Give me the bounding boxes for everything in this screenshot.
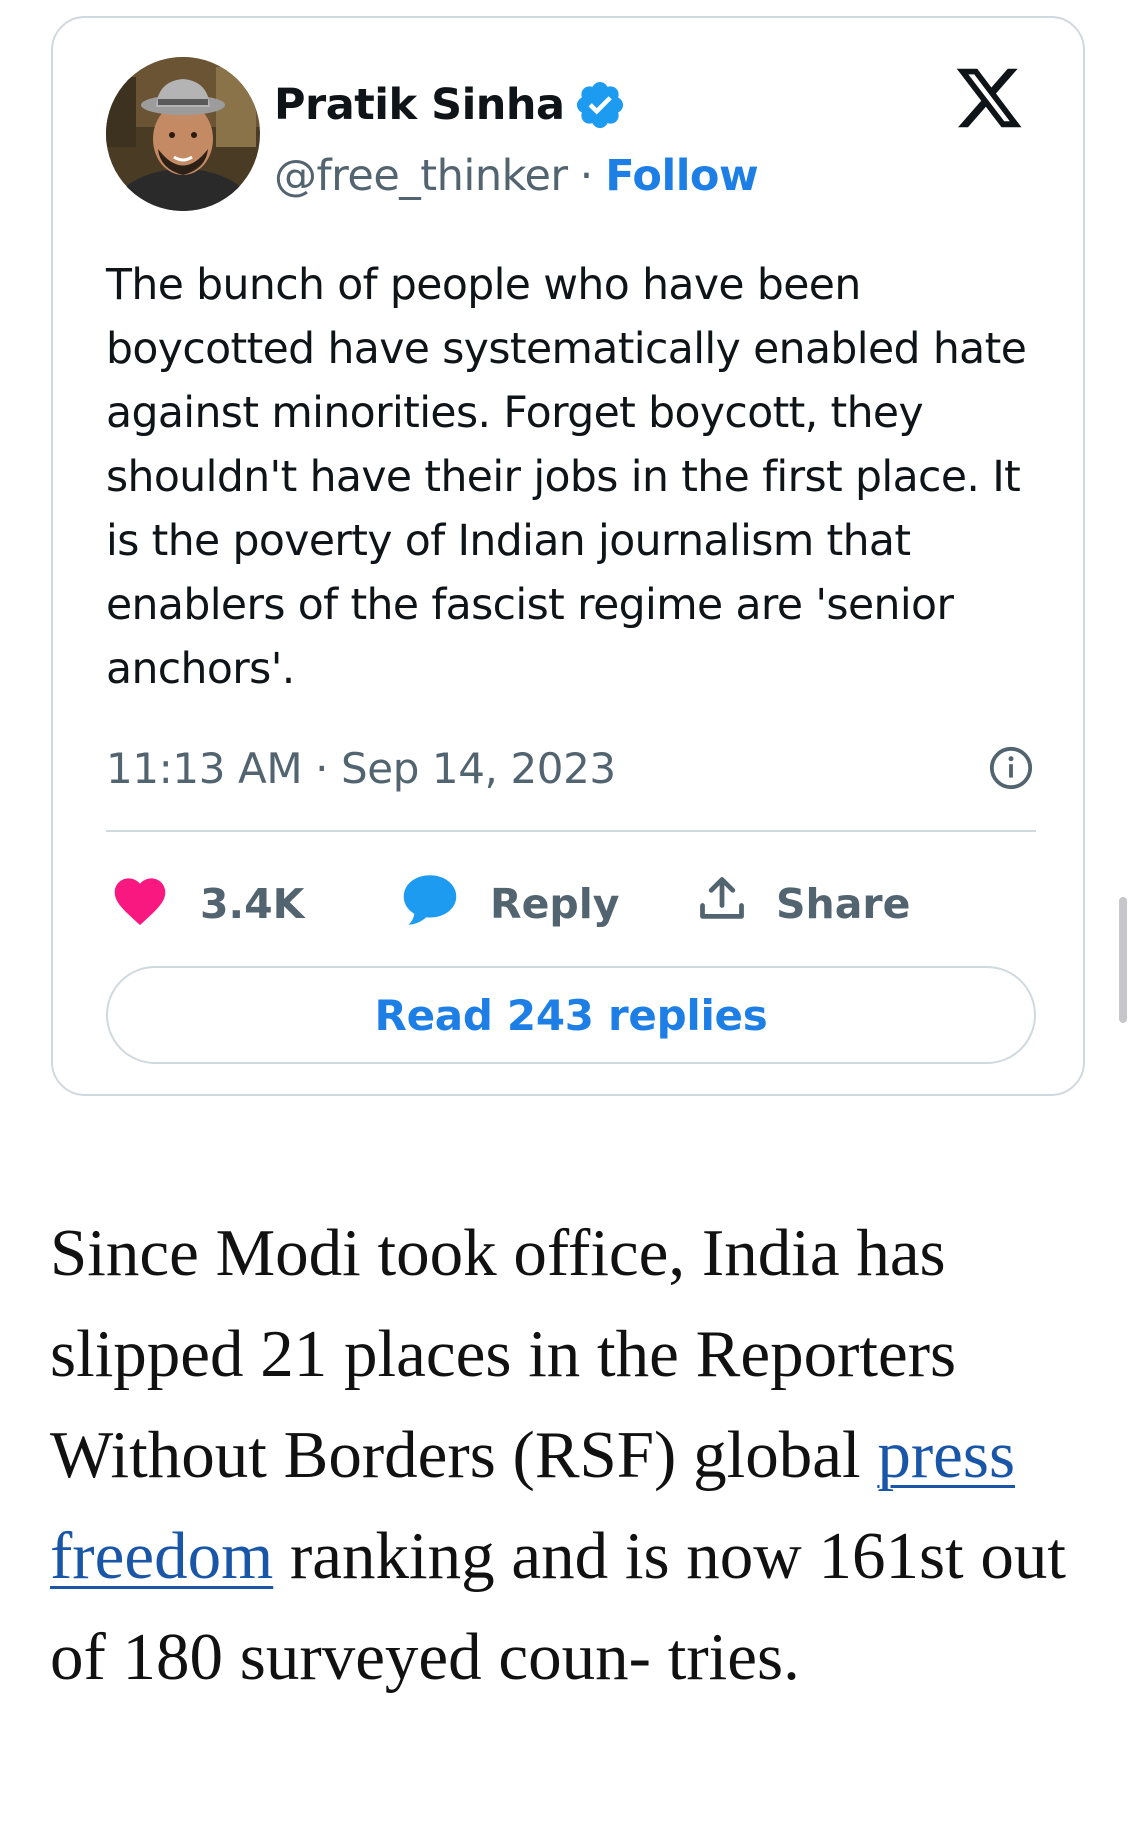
separator-dot: · — [579, 151, 594, 201]
author-name[interactable]: Pratik Sinha — [274, 80, 565, 130]
like-count: 3.4K — [200, 880, 305, 928]
share-upload-icon — [696, 873, 748, 935]
reply-label: Reply — [490, 880, 620, 928]
scrollbar[interactable] — [1119, 897, 1127, 1023]
tweet-text: The bunch of people who have been boycot… — [106, 261, 1027, 694]
verified-badge-icon — [573, 78, 627, 132]
x-logo-icon[interactable] — [953, 62, 1025, 134]
author-handle[interactable]: @free_thinker — [274, 151, 568, 201]
speech-bubble-icon — [400, 871, 460, 937]
article-text-before: Since Modi took office, India has slippe… — [50, 1216, 957, 1492]
tweet-timestamp[interactable]: 11:13 AM · Sep 14, 2023 — [106, 744, 616, 793]
tweet-embed-card: Pratik Sinha @free_thinker · Follow The … — [51, 16, 1085, 1096]
read-replies-button[interactable]: Read 243 replies — [106, 966, 1036, 1064]
follow-button[interactable]: Follow — [605, 151, 758, 201]
reply-button[interactable]: Reply — [400, 871, 696, 937]
divider — [106, 830, 1036, 832]
like-button[interactable]: 3.4K — [110, 872, 400, 936]
handle-row: @free_thinker · Follow — [274, 146, 759, 206]
heart-icon — [110, 872, 170, 936]
timestamp-row: 11:13 AM · Sep 14, 2023 — [106, 733, 1036, 803]
article-paragraph: Since Modi took office, India has slippe… — [50, 1203, 1080, 1708]
author-name-row: Pratik Sinha — [274, 75, 627, 135]
author-avatar[interactable] — [106, 57, 260, 211]
avatar-photo — [106, 57, 260, 211]
share-label: Share — [776, 880, 911, 928]
share-button[interactable]: Share — [696, 873, 910, 935]
tweet-actions: 3.4K Reply Share — [110, 866, 910, 942]
info-icon[interactable] — [988, 745, 1034, 791]
